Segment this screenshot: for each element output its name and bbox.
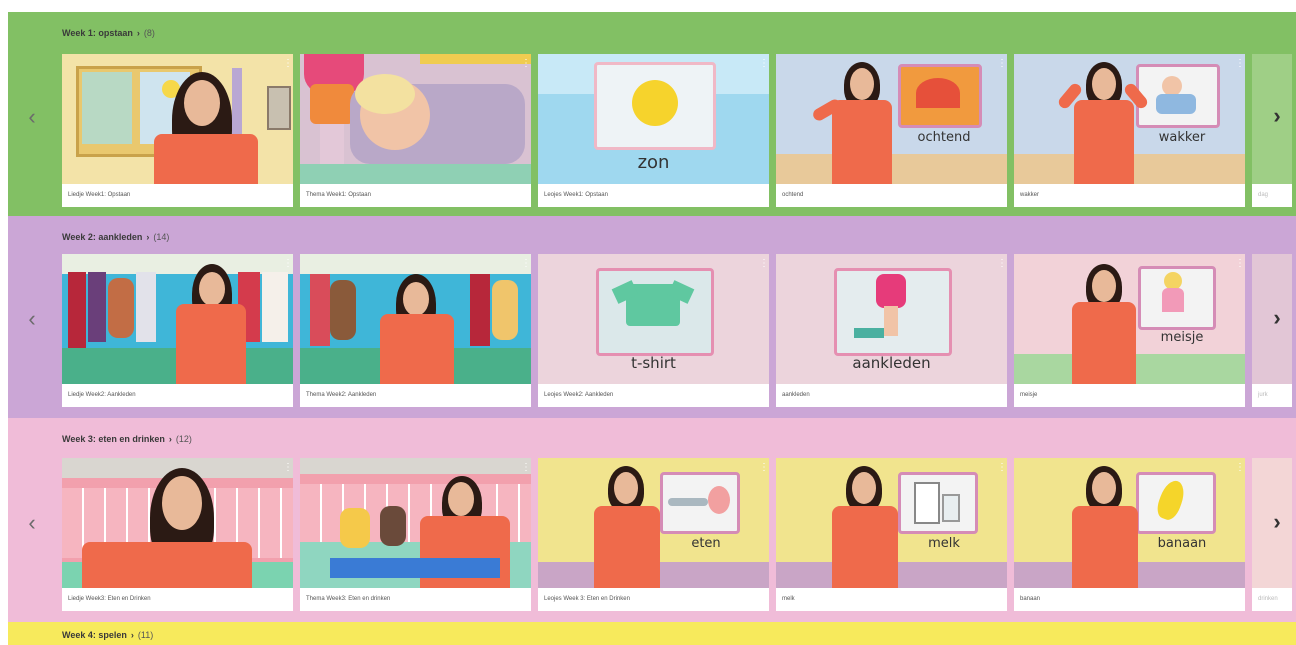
section-title-week-3[interactable]: Week 3: eten en drinken › (12) <box>62 434 192 444</box>
video-card[interactable]: ⋮ Liedje Week2: Aankleden <box>62 254 293 407</box>
more-options-icon[interactable]: ⋮ <box>759 258 769 270</box>
carousel-prev-button[interactable]: ‹ <box>22 508 42 538</box>
more-options-icon[interactable]: ⋮ <box>521 462 531 474</box>
chevron-right-icon: › <box>168 434 172 444</box>
video-caption: aankleden <box>776 384 1007 407</box>
section-title-text: Week 3: eten en drinken <box>62 434 165 444</box>
more-options-icon[interactable]: ⋮ <box>759 462 769 474</box>
more-options-icon[interactable]: ⋮ <box>521 258 531 270</box>
video-card[interactable]: zon ⋮ Leojes Week1: Opstaan <box>538 54 769 207</box>
video-card[interactable]: melk ⋮ melk <box>776 458 1007 611</box>
section-title-week-2[interactable]: Week 2: aankleden › (14) <box>62 232 169 242</box>
video-card[interactable]: t-shirt ⋮ Leojes Week2: Aankleden <box>538 254 769 407</box>
section-title-text: Week 4: spelen <box>62 630 127 640</box>
more-options-icon[interactable]: ⋮ <box>1235 258 1245 270</box>
video-card[interactable]: banaan ⋮ banaan <box>1014 458 1245 611</box>
video-card[interactable]: ⋮ Thema Week3: Eten en drinken <box>300 458 531 611</box>
section-count: (14) <box>153 232 170 242</box>
video-thumbnail: meisje <box>1014 254 1245 384</box>
video-card[interactable]: ochtend ⋮ ochtend <box>776 54 1007 207</box>
section-count: (11) <box>137 630 154 640</box>
video-caption: Liedje Week3: Eten en Drinken <box>62 588 293 611</box>
sign-word: ochtend <box>917 130 971 145</box>
sign-word: melk <box>928 536 960 551</box>
carousel-next-button[interactable]: › <box>1266 302 1288 334</box>
video-thumbnail: wakker <box>1014 54 1245 184</box>
video-thumbnail: t-shirt <box>538 254 769 384</box>
video-card[interactable]: ⋮ Thema Week1: Opstaan <box>300 54 531 207</box>
sign-word: zon <box>637 152 670 173</box>
video-caption: Leojes Week1: Opstaan <box>538 184 769 207</box>
video-thumbnail: melk <box>776 458 1007 588</box>
video-thumbnail: zon <box>538 54 769 184</box>
chevron-right-icon: › <box>136 28 140 38</box>
video-card[interactable]: ⋮ Thema Week2: Aankleden <box>300 254 531 407</box>
video-caption: jurk <box>1252 384 1292 407</box>
video-caption: Thema Week1: Opstaan <box>300 184 531 207</box>
week-1-section: Week 1: opstaan › (8) ‹ ⋮ Liedje Week1: Op… <box>8 12 1296 216</box>
carousel-prev-button[interactable]: ‹ <box>22 102 42 132</box>
video-card[interactable]: ⋮ Liedje Week1: Opstaan <box>62 54 293 207</box>
sign-word: t-shirt <box>631 354 676 372</box>
video-caption: dag <box>1252 184 1292 207</box>
video-caption: Liedje Week2: Aankleden <box>62 384 293 407</box>
video-thumbnail: aankleden <box>776 254 1007 384</box>
video-caption: Leojes Week2: Aankleden <box>538 384 769 407</box>
sign-word: eten <box>691 536 721 551</box>
video-caption: wakker <box>1014 184 1245 207</box>
chevron-right-icon: › <box>130 630 134 640</box>
video-thumbnail <box>300 458 531 588</box>
video-caption: Thema Week3: Eten en drinken <box>300 588 531 611</box>
more-options-icon[interactable]: ⋮ <box>997 462 1007 474</box>
video-thumbnail <box>300 54 531 184</box>
video-card[interactable]: aankleden ⋮ aankleden <box>776 254 1007 407</box>
video-card[interactable]: eten ⋮ Leojes Week 3: Eten en Drinken <box>538 458 769 611</box>
video-thumbnail <box>62 458 293 588</box>
carousel-prev-button[interactable]: ‹ <box>22 304 42 334</box>
video-card[interactable]: wakker ⋮ wakker <box>1014 54 1245 207</box>
more-options-icon[interactable]: ⋮ <box>1235 462 1245 474</box>
section-title-week-4[interactable]: Week 4: spelen › (11) <box>62 630 153 640</box>
sign-word: aankleden <box>852 354 931 372</box>
sign-word: banaan <box>1157 536 1207 551</box>
carousel-next-button[interactable]: › <box>1266 100 1288 132</box>
section-title-text: Week 1: opstaan <box>62 28 133 38</box>
video-thumbnail: banaan <box>1014 458 1245 588</box>
video-card[interactable]: ⋮ Liedje Week3: Eten en Drinken <box>62 458 293 611</box>
video-caption: banaan <box>1014 588 1245 611</box>
video-thumbnail: ochtend <box>776 54 1007 184</box>
video-caption: meisje <box>1014 384 1245 407</box>
video-caption: melk <box>776 588 1007 611</box>
more-options-icon[interactable]: ⋮ <box>1235 58 1245 70</box>
video-caption: drinken <box>1252 588 1292 611</box>
sign-word: meisje <box>1160 330 1204 345</box>
more-options-icon[interactable]: ⋮ <box>521 58 531 70</box>
video-thumbnail: eten <box>538 458 769 588</box>
video-card[interactable]: meisje ⋮ meisje <box>1014 254 1245 407</box>
more-options-icon[interactable]: ⋮ <box>997 58 1007 70</box>
section-count: (8) <box>143 28 155 38</box>
more-options-icon[interactable]: ⋮ <box>283 462 293 474</box>
week-4-section: Week 4: spelen › (11) <box>8 622 1296 645</box>
video-caption: Thema Week2: Aankleden <box>300 384 531 407</box>
week-2-section: Week 2: aankleden › (14) ‹ ⋮ Liedje Week2:… <box>8 216 1296 418</box>
week-3-section: Week 3: eten en drinken › (12) ‹ ⋮ Liedje … <box>8 418 1296 622</box>
more-options-icon[interactable]: ⋮ <box>283 258 293 270</box>
app-frame: Week 1: opstaan › (8) ‹ ⋮ Liedje Week1: Op… <box>8 12 1296 645</box>
video-thumbnail <box>62 54 293 184</box>
section-title-week-1[interactable]: Week 1: opstaan › (8) <box>62 28 155 38</box>
video-caption: ochtend <box>776 184 1007 207</box>
video-thumbnail <box>62 254 293 384</box>
video-caption: Liedje Week1: Opstaan <box>62 184 293 207</box>
section-title-text: Week 2: aankleden <box>62 232 143 242</box>
more-options-icon[interactable]: ⋮ <box>997 258 1007 270</box>
video-thumbnail <box>300 254 531 384</box>
sign-word: wakker <box>1158 130 1206 145</box>
more-options-icon[interactable]: ⋮ <box>759 58 769 70</box>
more-options-icon[interactable]: ⋮ <box>283 58 293 70</box>
chevron-right-icon: › <box>146 232 150 242</box>
section-count: (12) <box>175 434 192 444</box>
video-caption: Leojes Week 3: Eten en Drinken <box>538 588 769 611</box>
carousel-next-button[interactable]: › <box>1266 506 1288 538</box>
